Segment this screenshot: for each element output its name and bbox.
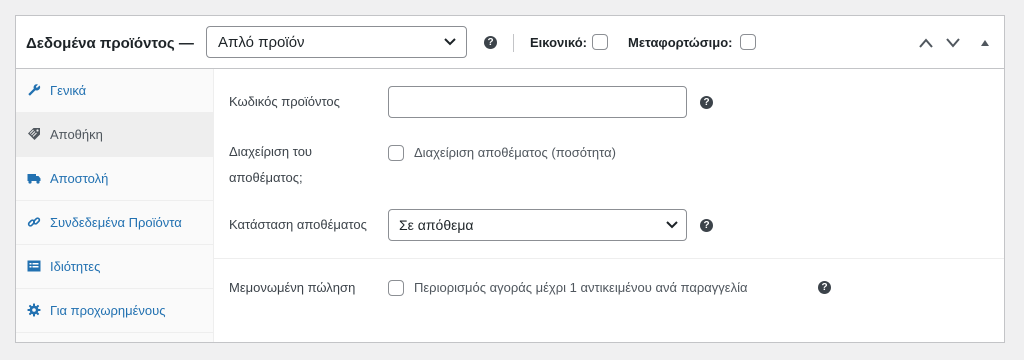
stock-status-value: Σε απόθεμα bbox=[399, 217, 474, 233]
sold-individually-label: Μεμονωμένη πώληση bbox=[229, 280, 356, 295]
chevron-down-icon bbox=[444, 38, 456, 46]
product-data-panel: Δεδομένα προϊόντος — Απλό προϊόν ? Εικον… bbox=[15, 15, 1005, 343]
help-icon[interactable]: ? bbox=[700, 96, 713, 109]
downloadable-checkbox[interactable] bbox=[740, 34, 756, 50]
sku-label: Κωδικός προϊόντος bbox=[229, 94, 340, 109]
help-icon[interactable]: ? bbox=[484, 36, 497, 49]
chevron-up-icon[interactable] bbox=[918, 37, 934, 49]
virtual-checkbox[interactable] bbox=[592, 34, 608, 50]
product-type-value: Απλό προϊόν bbox=[218, 34, 305, 51]
manage-stock-option: Διαχείριση αποθέματος (ποσότητα) bbox=[414, 145, 616, 160]
tab-label: Αποστολή bbox=[50, 171, 109, 186]
link-icon bbox=[27, 217, 41, 227]
sold-individually-checkbox[interactable] bbox=[388, 280, 404, 296]
chevron-down-icon[interactable] bbox=[945, 37, 961, 49]
stock-status-select[interactable]: Σε απόθεμα bbox=[388, 209, 687, 241]
inventory-panel: Κωδικός προϊόντος ? Διαχείριση του αποθέ… bbox=[214, 69, 1004, 342]
list-icon bbox=[27, 260, 41, 272]
tab-linked-products[interactable]: Συνδεδεμένα Προϊόντα bbox=[16, 201, 214, 245]
product-data-header: Δεδομένα προϊόντος — Απλό προϊόν ? Εικον… bbox=[16, 16, 1004, 69]
tab-label: Αποθήκη bbox=[50, 127, 103, 142]
help-icon[interactable]: ? bbox=[700, 219, 713, 232]
tab-shipping[interactable]: Αποστολή bbox=[16, 157, 214, 201]
virtual-label: Εικονικό: bbox=[530, 35, 587, 50]
tag-icon bbox=[28, 128, 40, 140]
truck-icon bbox=[27, 174, 41, 184]
sku-input[interactable] bbox=[388, 86, 687, 118]
manage-stock-label: Διαχείριση του αποθέματος; bbox=[229, 144, 313, 185]
section-divider bbox=[214, 258, 1004, 259]
triangle-up-icon[interactable] bbox=[980, 39, 990, 47]
tab-inventory[interactable]: Αποθήκη bbox=[16, 113, 214, 157]
panel-title: Δεδομένα προϊόντος — bbox=[26, 35, 194, 52]
manage-stock-checkbox[interactable] bbox=[388, 145, 404, 161]
tab-label: Ιδιότητες bbox=[50, 259, 101, 274]
downloadable-label: Μεταφορτώσιμο: bbox=[628, 35, 733, 50]
sold-individually-option: Περιορισμός αγοράς μέχρι 1 αντικειμένου … bbox=[414, 280, 748, 295]
tab-label: Για προχωρημένους bbox=[50, 303, 166, 318]
tab-general[interactable]: Γενικά bbox=[16, 69, 214, 113]
product-data-tabs: Γενικά Αποθήκη Αποστολή Συνδεδεμένα Προϊ… bbox=[16, 69, 214, 342]
tab-label: Γενικά bbox=[50, 83, 87, 98]
tab-label: Συνδεδεμένα Προϊόντα bbox=[50, 215, 182, 230]
tab-advanced[interactable]: Για προχωρημένους bbox=[16, 289, 214, 333]
help-icon[interactable]: ? bbox=[818, 281, 831, 294]
header-divider bbox=[513, 34, 514, 52]
gear-icon bbox=[27, 303, 41, 317]
stock-status-label: Κατάσταση αποθέματος bbox=[229, 217, 367, 232]
wrench-icon bbox=[28, 84, 41, 96]
product-type-select[interactable]: Απλό προϊόν bbox=[206, 26, 467, 58]
chevron-down-icon bbox=[666, 221, 678, 229]
tab-attributes[interactable]: Ιδιότητες bbox=[16, 245, 214, 289]
